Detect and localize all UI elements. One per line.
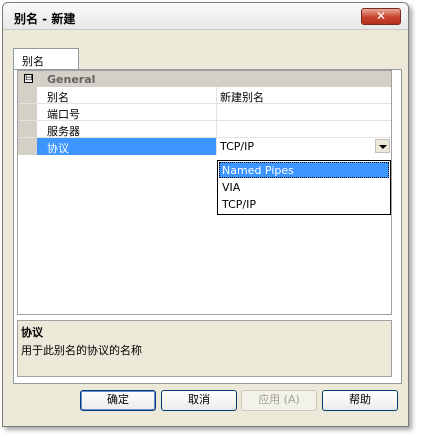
category-label: General (47, 73, 96, 86)
chevron-down-icon[interactable] (375, 139, 390, 153)
window-title: 别名 - 新建 (14, 12, 76, 26)
property-value[interactable]: 新建别名 (220, 89, 264, 105)
property-row-port[interactable]: 端口号 (18, 104, 391, 121)
description-text: 用于此别名的协议的名称 (21, 344, 142, 357)
collapse-icon[interactable]: ⊟ (24, 74, 33, 83)
protocol-value[interactable]: TCP/IP (220, 140, 254, 153)
property-row-server[interactable]: 服务器 (18, 121, 391, 138)
dropdown-option-named-pipes[interactable]: Named Pipes (219, 162, 389, 178)
protocol-dropdown-list[interactable]: Named Pipes VIA TCP/IP (217, 160, 391, 215)
close-button[interactable]: ✕ (361, 8, 401, 25)
cancel-button[interactable]: 取消 (161, 390, 237, 411)
property-name: 协议 (47, 142, 69, 155)
tab-alias[interactable]: 别名 (13, 48, 79, 70)
protocol-combobox[interactable]: TCP/IP (217, 138, 391, 155)
dropdown-option-tcpip[interactable]: TCP/IP (219, 196, 389, 212)
property-row-protocol[interactable]: 协议 TCP/IP (18, 138, 391, 155)
tab-alias-label: 别名 (22, 55, 44, 68)
apply-button[interactable]: 应用 (A) (241, 390, 317, 411)
property-row-alias[interactable]: 别名 新建别名 (18, 87, 391, 104)
close-icon: ✕ (375, 9, 387, 23)
property-name: 别名 (47, 91, 69, 104)
ok-button[interactable]: 确定 (80, 390, 156, 411)
category-row-general: ⊟ General (18, 71, 391, 87)
description-pane: 协议 用于此别名的协议的名称 (17, 320, 392, 377)
help-button[interactable]: 帮助 (322, 390, 398, 411)
title-bar[interactable]: 别名 - 新建 ✕ (3, 3, 408, 30)
property-name: 端口号 (47, 108, 80, 121)
dropdown-option-via[interactable]: VIA (219, 179, 389, 195)
property-name: 服务器 (47, 125, 80, 138)
description-title: 协议 (21, 326, 43, 339)
